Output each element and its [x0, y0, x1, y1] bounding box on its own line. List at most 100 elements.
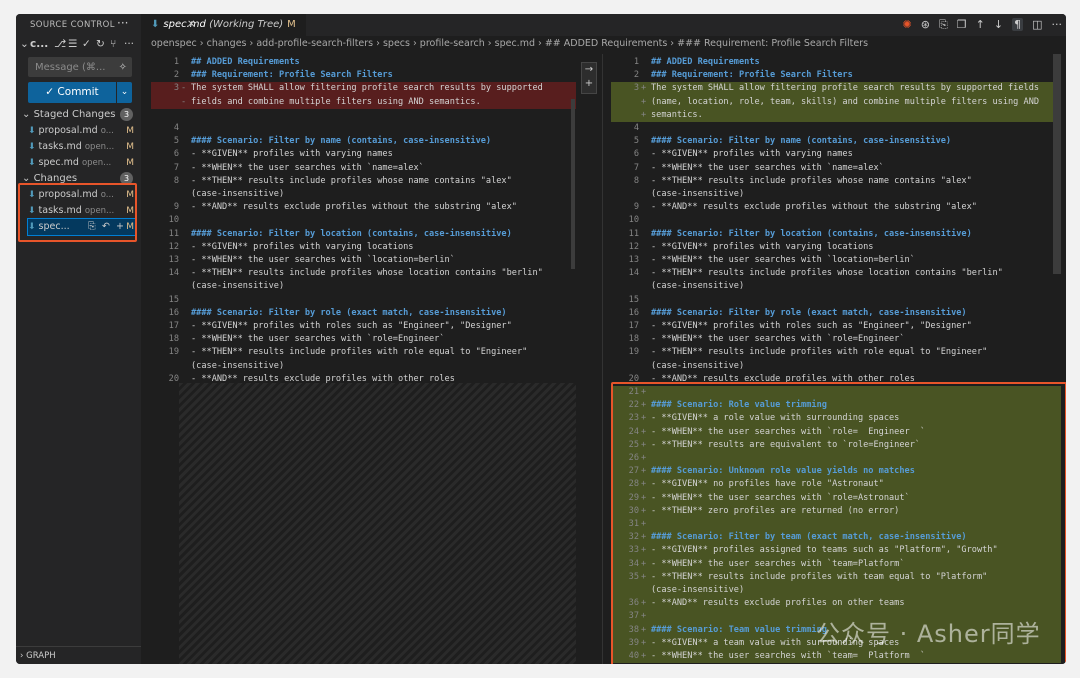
line-number: 15 [628, 294, 639, 305]
code-line[interactable]: 4 [611, 122, 1061, 135]
code-line[interactable]: 5 #### Scenario: Filter by name (contains… [611, 135, 1061, 148]
code-line[interactable]: + semantics. [611, 108, 1061, 122]
list-icon[interactable]: ☰ [68, 38, 77, 50]
staged-file-tasks[interactable]: ⬇ tasks.md open... M [28, 139, 136, 155]
code-line[interactable]: 14 - **THEN** results include profiles wh… [611, 267, 1061, 280]
code-line[interactable]: 10 [151, 214, 576, 227]
code-line[interactable]: 6 - **GIVEN** profiles with varying names [611, 148, 1061, 161]
code-line[interactable]: 16 #### Scenario: Filter by role (exact m… [611, 307, 1061, 320]
line-number: 17 [628, 321, 639, 331]
code-line[interactable]: (case-insensitive) [151, 188, 576, 201]
code-line[interactable]: 19 - **THEN** results include profiles wi… [611, 346, 1061, 359]
file-dir: open... [81, 158, 112, 168]
code-line[interactable]: (case-insensitive) [611, 280, 1061, 293]
split-editor-icon[interactable]: ◫ [1032, 18, 1042, 31]
code-line[interactable]: 12 - **GIVEN** profiles with varying loca… [151, 241, 576, 254]
repo-label[interactable]: c... [30, 38, 48, 50]
code-line[interactable]: 3 + The system SHALL allow filtering profi… [611, 82, 1061, 96]
arrow-right-icon[interactable]: → [582, 63, 596, 77]
plus-icon[interactable]: + [582, 77, 596, 91]
right-scrollbar[interactable] [1053, 54, 1061, 274]
code-line[interactable]: 5 #### Scenario: Filter by name (contains… [151, 135, 576, 148]
code-line[interactable]: 14 - **THEN** results include profiles wh… [151, 267, 576, 280]
code-line[interactable]: 18 - **WHEN** the user searches with `rol… [611, 333, 1061, 346]
open-file-icon[interactable]: ⎘ [939, 18, 948, 31]
code-line[interactable]: 11 #### Scenario: Filter by location (con… [611, 228, 1061, 241]
copy-icon[interactable]: ❐ [957, 18, 967, 31]
code-line[interactable]: (case-insensitive) [611, 188, 1061, 201]
file-dir: o... [100, 126, 114, 136]
pilcrow-icon[interactable]: ¶ [1012, 18, 1024, 31]
tab-spec-md[interactable]: ⬇ spec.md (Working Tree) M ✕ [141, 14, 306, 36]
code-line[interactable]: (case-insensitive) [151, 280, 576, 293]
code-line[interactable]: 9 - **AND** results exclude profiles with… [151, 201, 576, 214]
code-line[interactable]: 13 - **WHEN** the user searches with `loc… [611, 254, 1061, 267]
code-line[interactable]: 1 ## ADDED Requirements [151, 56, 576, 69]
git-branch-icon[interactable]: ⎇ [54, 38, 66, 50]
code-line[interactable]: 18 - **WHEN** the user searches with `rol… [151, 333, 576, 346]
breadcrumb[interactable]: openspec › changes › add-profile-search-… [151, 38, 868, 49]
line-text: - **THEN** results include profiles whos… [651, 175, 972, 186]
download-icon: ⬇ [28, 142, 36, 152]
code-line[interactable]: 10 [611, 214, 1061, 227]
graph-section-header[interactable]: › GRAPH [16, 646, 141, 664]
code-line[interactable]: 8 - **THEN** results include profiles who… [611, 175, 1061, 188]
sidebar-title: SOURCE CONTROL [30, 20, 115, 30]
refresh-icon[interactable]: ↻ [96, 38, 105, 50]
code-line[interactable]: 6 - **GIVEN** profiles with varying names [151, 148, 576, 161]
code-line[interactable]: 1 ## ADDED Requirements [611, 56, 1061, 69]
more-actions-icon[interactable]: ··· [1052, 18, 1063, 31]
code-line[interactable]: 13 - **WHEN** the user searches with `loc… [151, 254, 576, 267]
line-number: 15 [168, 294, 179, 305]
code-line[interactable]: 2 ### Requirement: Profile Search Filters [151, 69, 576, 82]
commit-message-input[interactable]: Message (⌘... ✧ [28, 57, 132, 77]
code-line[interactable]: (case-insensitive) [151, 360, 576, 373]
more-icon[interactable]: ··· [124, 38, 134, 50]
graph-icon[interactable]: ⑂ [110, 38, 116, 50]
code-line[interactable]: 16 #### Scenario: Filter by role (exact m… [151, 307, 576, 320]
code-line[interactable]: 15 [611, 294, 1061, 307]
code-line[interactable]: 19 - **THEN** results include profiles wi… [151, 346, 576, 359]
code-line[interactable] [151, 109, 576, 122]
arrow-up-icon[interactable]: ↑ [976, 18, 985, 31]
line-number: 6 [633, 149, 639, 160]
staged-changes-header[interactable]: ⌄ Staged Changes 3 [22, 107, 137, 122]
staged-file-spec[interactable]: ⬇ spec.md open... M [28, 155, 136, 171]
openai-icon[interactable]: ⊛ [921, 18, 930, 31]
left-scrollbar[interactable] [571, 99, 575, 269]
code-line[interactable]: 3- The system SHALL allow filtering profi… [151, 82, 576, 96]
line-text: - **THEN** results include profiles whos… [191, 268, 543, 279]
line-number: 4 [173, 123, 179, 133]
chevron-down-icon[interactable]: ⌄ [20, 38, 29, 50]
staged-file-proposal[interactable]: ⬇ proposal.md o... M [28, 123, 136, 139]
line-number: 13 [168, 255, 179, 265]
claude-icon[interactable]: ✺ [903, 18, 912, 31]
code-line[interactable]: 11 #### Scenario: Filter by location (con… [151, 228, 576, 241]
code-line[interactable]: 7 - **WHEN** the user searches with `name… [151, 162, 576, 175]
commit-button[interactable]: ✓ Commit [28, 82, 116, 103]
revert-change-arrows[interactable]: → + [581, 62, 597, 94]
line-text: #### Scenario: Filter by role (exact mat… [651, 307, 967, 318]
code-line[interactable]: 9 - **AND** results exclude profiles with… [611, 201, 1061, 214]
line-number: 11 [628, 228, 639, 239]
code-line[interactable]: 2 ### Requirement: Profile Search Filters [611, 69, 1061, 82]
code-line[interactable]: + (name, location, role, team, skills) an… [611, 95, 1061, 109]
code-line[interactable]: 17 - **GIVEN** profiles with roles such a… [611, 320, 1061, 333]
code-line[interactable]: 17 - **GIVEN** profiles with roles such a… [151, 320, 576, 333]
graph-label: GRAPH [26, 651, 56, 661]
commit-dropdown-icon[interactable]: ⌄ [117, 82, 132, 103]
code-line[interactable]: 4 [151, 122, 576, 135]
code-line[interactable]: (case-insensitive) [611, 360, 1061, 373]
close-icon[interactable]: ✕ [187, 14, 195, 36]
code-line[interactable]: 7 - **WHEN** the user searches with `name… [611, 162, 1061, 175]
sparkle-icon[interactable]: ✧ [119, 58, 127, 78]
arrow-down-icon[interactable]: ↓ [994, 18, 1003, 31]
check-icon[interactable]: ✓ [82, 38, 91, 50]
code-line[interactable]: 12 - **GIVEN** profiles with varying loca… [611, 241, 1061, 254]
code-line[interactable]: 15 [151, 294, 576, 307]
code-line[interactable]: - fields and combine multiple filters usi… [151, 95, 576, 109]
more-actions-icon[interactable]: ··· [117, 16, 128, 30]
message-placeholder: Message (⌘... [35, 62, 106, 73]
code-line[interactable]: 8 - **THEN** results include profiles who… [151, 175, 576, 188]
line-text: - **THEN** results include profiles whos… [651, 268, 1003, 279]
